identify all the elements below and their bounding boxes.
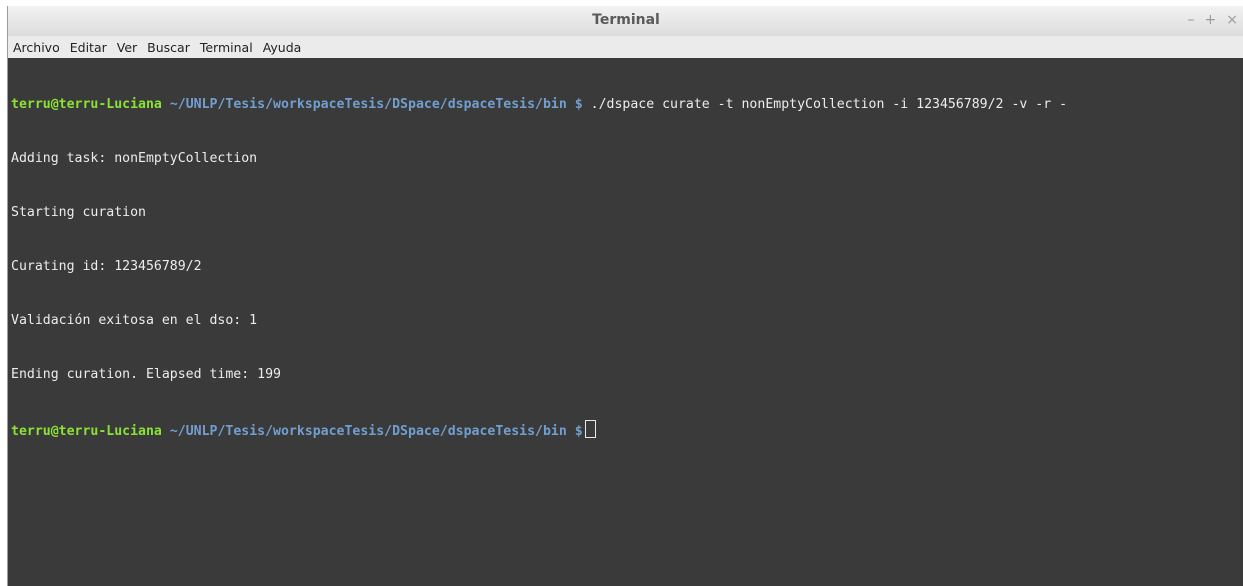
output-line: Validación exitosa en el dso: 1 [11,313,258,328]
window-title: Terminal [592,12,660,28]
maximize-icon[interactable]: + [1205,12,1217,28]
prompt-user-host: terru@terru-Luciana [11,97,162,112]
menu-ver[interactable]: Ver [115,40,139,55]
prompt-user-host: terru@terru-Luciana [11,424,162,439]
terminal-output-area[interactable]: terru@terru-Luciana ~/UNLP/Tesis/workspa… [8,58,1243,586]
output-line: Curating id: 123456789/2 [11,259,202,274]
prompt-line: terru@terru-Luciana ~/UNLP/Tesis/workspa… [11,96,1243,114]
prompt-path: ~/UNLP/Tesis/workspaceTesis/DSpace/dspac… [169,424,567,439]
close-icon[interactable]: × [1226,12,1238,28]
prompt-symbol: $ [574,424,583,439]
output-line: Ending curation. Elapsed time: 199 [11,367,281,382]
minimize-icon[interactable]: – [1188,12,1195,28]
prompt-line: terru@terru-Luciana ~/UNLP/Tesis/workspa… [11,420,1243,439]
output-line: Adding task: nonEmptyCollection [11,151,258,166]
title-bar[interactable]: Terminal – + × [8,6,1243,37]
prompt-path: ~/UNLP/Tesis/workspaceTesis/DSpace/dspac… [169,97,567,112]
output-line: Starting curation [11,205,146,220]
terminal-window: Terminal – + × Archivo Editar Ver Buscar… [7,6,1243,586]
window-controls: – + × [1188,12,1238,28]
command-text: ./dspace curate -t nonEmptyCollection -i… [582,97,1068,112]
text-cursor [584,420,596,438]
menu-buscar[interactable]: Buscar [145,40,192,55]
prompt-symbol: $ [574,97,583,112]
menu-bar: Archivo Editar Ver Buscar Terminal Ayuda [8,36,1243,59]
menu-archivo[interactable]: Archivo [11,40,62,55]
menu-editar[interactable]: Editar [68,40,109,55]
menu-ayuda[interactable]: Ayuda [261,40,304,55]
menu-terminal[interactable]: Terminal [198,40,255,55]
